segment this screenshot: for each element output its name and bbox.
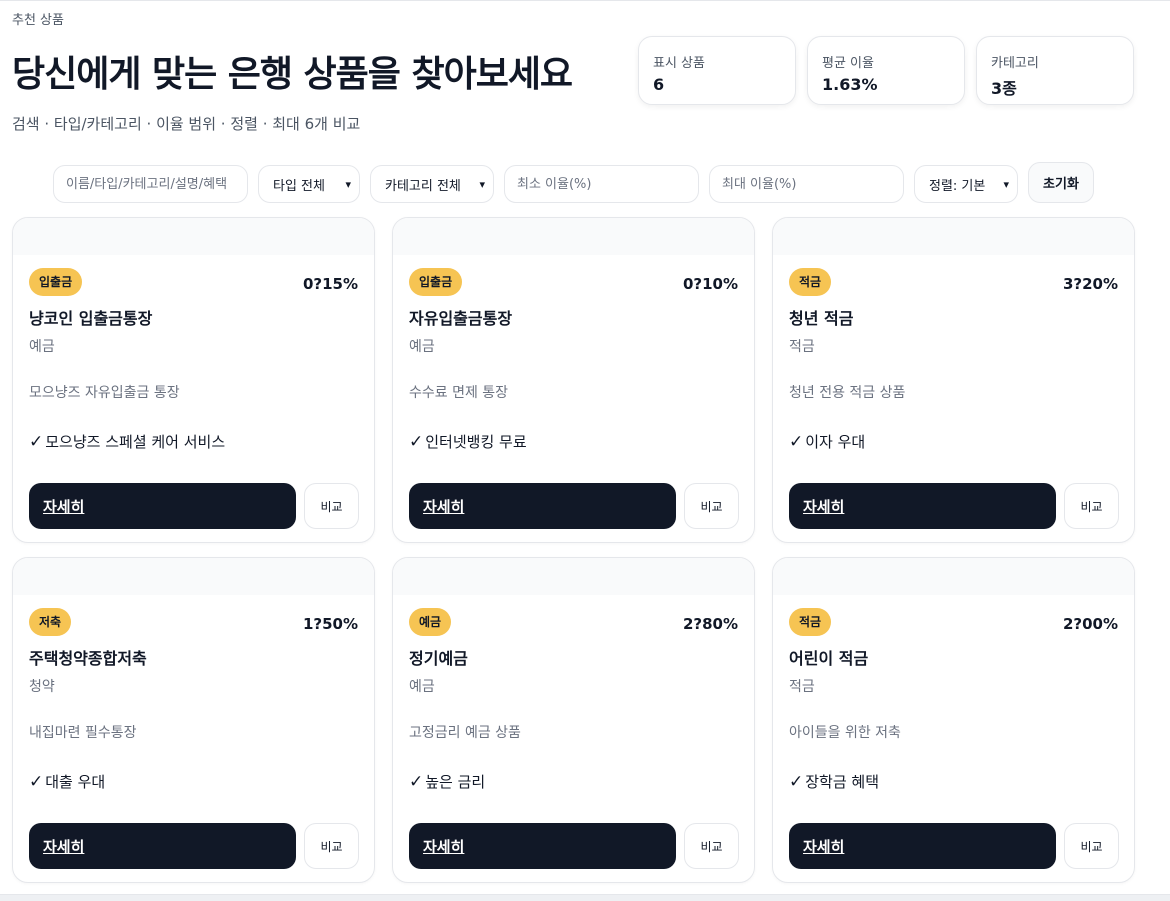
detail-button[interactable]: 자세히 xyxy=(409,483,676,529)
product-feature: ✓ 장학금 혜택 xyxy=(789,771,879,792)
product-card: 적금 3?20% 청년 적금 적금 청년 전용 적금 상품 ✓ 이자 우대 자세히… xyxy=(772,217,1135,543)
page: 추천 상품 당신에게 맞는 은행 상품을 찾아보세요 검색 · 타입/카테고리 … xyxy=(0,0,1170,901)
product-name: 청년 적금 xyxy=(789,309,854,328)
product-type-badge: 저축 xyxy=(29,608,72,636)
card-header-band xyxy=(393,218,754,255)
product-rate: 0?15% xyxy=(302,275,358,293)
compare-button[interactable]: 비교 xyxy=(684,823,739,869)
feature-text: 대출 우대 xyxy=(45,773,106,791)
product-name: 주택청약종합저축 xyxy=(29,649,147,668)
product-category: 적금 xyxy=(789,339,815,355)
detail-button[interactable]: 자세히 xyxy=(29,823,296,869)
feature-text: 높은 금리 xyxy=(425,773,486,791)
type-select-value: 타입 전체 xyxy=(273,178,325,194)
feature-text: 장학금 혜택 xyxy=(805,773,880,791)
check-icon: ✓ xyxy=(29,772,44,792)
product-description: 수수료 면제 통장 xyxy=(409,385,509,401)
check-icon: ✓ xyxy=(789,432,804,452)
chevron-down-icon: ▾ xyxy=(479,177,485,191)
product-category: 예금 xyxy=(409,339,435,355)
product-card: 입출금 0?10% 자유입출금통장 예금 수수료 면제 통장 ✓ 인터넷뱅킹 무료… xyxy=(392,217,755,543)
card-header-band xyxy=(13,558,374,595)
product-category: 청약 xyxy=(29,679,55,695)
product-card: 예금 2?80% 정기예금 예금 고정금리 예금 상품 ✓ 높은 금리 자세히 비… xyxy=(392,557,755,883)
product-type-badge: 입출금 xyxy=(29,268,83,296)
product-description: 내집마련 필수통장 xyxy=(29,725,137,741)
max-rate-input[interactable] xyxy=(709,165,904,203)
sort-select[interactable]: 정렬: 기본 ▾ xyxy=(914,165,1018,203)
product-type-badge: 예금 xyxy=(409,608,452,636)
compare-button[interactable]: 비교 xyxy=(304,823,359,869)
category-select-value: 카테고리 전체 xyxy=(385,178,461,194)
product-type-badge: 적금 xyxy=(789,268,832,296)
card-header-band xyxy=(773,558,1134,595)
page-subtitle: 검색 · 타입/카테고리 · 이율 범위 · 정렬 · 최대 6개 비교 xyxy=(12,115,361,133)
product-name: 정기예금 xyxy=(409,649,468,668)
feature-text: 이자 우대 xyxy=(805,433,866,451)
product-description: 청년 전용 적금 상품 xyxy=(789,385,906,401)
stat-value: 1.63% xyxy=(822,75,878,94)
stat-card-avg-rate: 평균 이율 1.63% xyxy=(807,36,965,105)
detail-button[interactable]: 자세히 xyxy=(29,483,296,529)
stat-label: 평균 이율 xyxy=(822,56,874,71)
product-type-badge: 입출금 xyxy=(409,268,463,296)
card-header-band xyxy=(393,558,754,595)
compare-button[interactable]: 비교 xyxy=(1064,483,1119,529)
product-rate: 2?00% xyxy=(1062,615,1118,633)
product-name: 어린이 적금 xyxy=(789,649,869,668)
type-select[interactable]: 타입 전체 ▾ xyxy=(258,165,360,203)
product-rate: 3?20% xyxy=(1062,275,1118,293)
check-icon: ✓ xyxy=(409,432,424,452)
min-rate-input[interactable] xyxy=(504,165,699,203)
stat-label: 표시 상품 xyxy=(653,56,705,71)
product-type-badge: 적금 xyxy=(789,608,832,636)
compare-button[interactable]: 비교 xyxy=(1064,823,1119,869)
product-description: 고정금리 예금 상품 xyxy=(409,725,521,741)
reset-button[interactable]: 초기화 xyxy=(1028,162,1094,203)
compare-button[interactable]: 비교 xyxy=(304,483,359,529)
product-description: 모으냥즈 자유입출금 통장 xyxy=(29,385,180,401)
product-feature: ✓ 모으냥즈 스페셜 케어 서비스 xyxy=(29,431,225,452)
product-feature: ✓ 대출 우대 xyxy=(29,771,105,792)
compare-button[interactable]: 비교 xyxy=(684,483,739,529)
page-title: 당신에게 맞는 은행 상품을 찾아보세요 xyxy=(12,54,573,95)
stat-value: 6 xyxy=(653,75,665,94)
chevron-down-icon: ▾ xyxy=(1003,177,1009,191)
chevron-down-icon: ▾ xyxy=(345,177,351,191)
product-category: 적금 xyxy=(789,679,815,695)
search-input[interactable] xyxy=(53,165,248,203)
sort-select-value: 정렬: 기본 xyxy=(929,178,986,194)
stat-value: 3종 xyxy=(991,79,1017,98)
product-category: 예금 xyxy=(409,679,435,695)
check-icon: ✓ xyxy=(409,772,424,792)
detail-button[interactable]: 자세히 xyxy=(789,483,1056,529)
product-rate: 2?80% xyxy=(682,615,738,633)
stat-card-category: 카테고리 3종 xyxy=(976,36,1134,105)
product-name: 냥코인 입출금통장 xyxy=(29,309,153,328)
category-select[interactable]: 카테고리 전체 ▾ xyxy=(370,165,494,203)
detail-button[interactable]: 자세히 xyxy=(409,823,676,869)
product-card: 입출금 0?15% 냥코인 입출금통장 예금 모으냥즈 자유입출금 통장 ✓ 모으… xyxy=(12,217,375,543)
card-header-band xyxy=(13,218,374,255)
product-name: 자유입출금통장 xyxy=(409,309,513,328)
check-icon: ✓ xyxy=(29,432,44,452)
check-icon: ✓ xyxy=(789,772,804,792)
card-header-band xyxy=(773,218,1134,255)
feature-text: 모으냥즈 스페셜 케어 서비스 xyxy=(45,433,226,451)
stat-card-count: 표시 상품 6 xyxy=(638,36,796,105)
eyebrow-label: 추천 상품 xyxy=(12,13,64,28)
feature-text: 인터넷뱅킹 무료 xyxy=(425,433,527,451)
product-feature: ✓ 이자 우대 xyxy=(789,431,865,452)
product-card: 적금 2?00% 어린이 적금 적금 아이들을 위한 저축 ✓ 장학금 혜택 자세… xyxy=(772,557,1135,883)
product-rate: 0?10% xyxy=(682,275,738,293)
product-description: 아이들을 위한 저축 xyxy=(789,725,901,741)
product-feature: ✓ 높은 금리 xyxy=(409,771,485,792)
product-rate: 1?50% xyxy=(302,615,358,633)
product-category: 예금 xyxy=(29,339,55,355)
bottom-divider xyxy=(0,894,1170,901)
stat-label: 카테고리 xyxy=(991,56,1039,71)
product-card: 저축 1?50% 주택청약종합저축 청약 내집마련 필수통장 ✓ 대출 우대 자세… xyxy=(12,557,375,883)
detail-button[interactable]: 자세히 xyxy=(789,823,1056,869)
product-feature: ✓ 인터넷뱅킹 무료 xyxy=(409,431,527,452)
